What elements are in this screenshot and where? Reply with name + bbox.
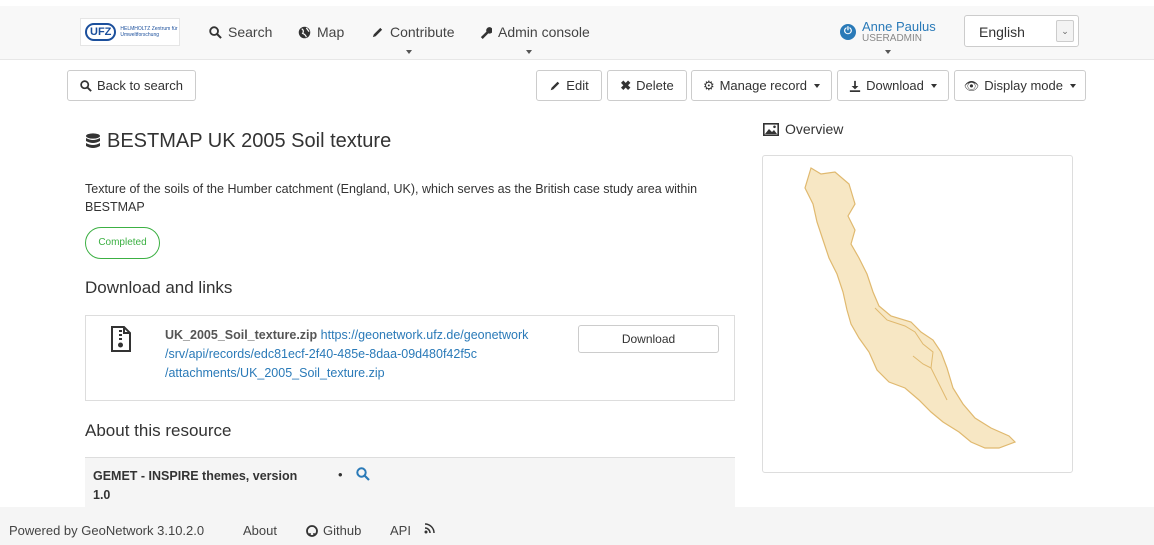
- record-title-row: BESTMAP UK 2005 Soil texture: [85, 130, 391, 153]
- footer-about[interactable]: About: [243, 523, 277, 538]
- search-icon[interactable]: [356, 467, 370, 481]
- nav-contribute-label: Contribute: [390, 24, 455, 40]
- footer-rss[interactable]: [424, 523, 435, 534]
- download-item-text: UK_2005_Soil_texture.zip https://geonetw…: [165, 326, 565, 383]
- admin-caret-icon: [526, 50, 532, 54]
- logo-mark: UFZ: [85, 23, 117, 41]
- nav-search-label: Search: [228, 24, 273, 40]
- download-icon: [849, 80, 861, 92]
- footer-api[interactable]: API: [390, 523, 411, 538]
- pencil-icon: [372, 27, 383, 37]
- gear-icon: ⚙: [702, 77, 715, 93]
- display-mode-button[interactable]: 👁 Display mode: [954, 70, 1086, 101]
- topbar-strip: [0, 0, 1154, 6]
- overview-heading-row: Overview: [763, 121, 843, 137]
- nav-search[interactable]: Search: [209, 24, 272, 40]
- edit-button[interactable]: Edit: [536, 70, 602, 101]
- download-menu-button[interactable]: Download: [837, 70, 949, 101]
- globe-icon: [298, 26, 311, 38]
- download-button[interactable]: Download: [578, 325, 719, 353]
- download-url-line3[interactable]: /attachments/UK_2005_Soil_texture.zip: [165, 366, 385, 380]
- nav-map-label: Map: [317, 24, 345, 40]
- manage-label: Manage record: [719, 78, 808, 93]
- footer-api-label: API: [390, 523, 411, 538]
- language-selected: English: [979, 24, 1025, 40]
- search-icon: [80, 79, 92, 92]
- nav-contribute[interactable]: Contribute: [371, 24, 455, 40]
- user-role: USERADMIN: [862, 33, 923, 44]
- status-badge: Completed: [85, 227, 160, 259]
- footer: Powered by GeoNetwork 3.10.2.0 About Git…: [0, 507, 1154, 545]
- nav-admin-label: Admin console: [498, 24, 590, 40]
- back-label: Back to search: [97, 78, 183, 93]
- back-to-search-button[interactable]: Back to search: [67, 70, 196, 101]
- pencil-icon: [551, 81, 560, 90]
- footer-github-label: Github: [323, 523, 362, 538]
- power-icon: ⏻: [840, 24, 856, 40]
- nav-map[interactable]: Map: [298, 24, 344, 40]
- github-icon: [306, 524, 318, 537]
- about-heading: About this resource: [85, 421, 232, 440]
- chevron-down-icon: ⌄: [1056, 20, 1074, 42]
- gemet-bullet: •: [338, 467, 343, 482]
- record-abstract: Texture of the soils of the Humber catch…: [85, 182, 698, 214]
- footer-about-label: About: [243, 523, 277, 538]
- rss-icon: [424, 523, 435, 534]
- eye-icon: 👁: [964, 78, 980, 93]
- footer-github[interactable]: Github: [306, 523, 361, 538]
- logo-subtitle: HELMHOLTZ Zentrum für Umweltforschung: [120, 26, 178, 38]
- ufz-logo[interactable]: UFZ HELMHOLTZ Zentrum für Umweltforschun…: [80, 18, 180, 46]
- page-title: BESTMAP UK 2005 Soil texture: [107, 130, 392, 152]
- footer-powered-label: Powered by GeoNetwork 3.10.2.0: [9, 523, 205, 538]
- download-url-line2[interactable]: /srv/api/records/edc81ecf-2f40-485e-8daa…: [165, 347, 477, 361]
- nav-admin-console[interactable]: Admin console: [479, 24, 590, 40]
- overview-heading: Overview: [785, 121, 844, 137]
- search-icon: [209, 25, 222, 39]
- caret-down-icon: [930, 83, 937, 88]
- delete-button[interactable]: ✖ Delete: [607, 70, 687, 101]
- download-url-line1[interactable]: https://geonetwork.ufz.de/geonetwork: [321, 328, 529, 342]
- overview-map[interactable]: [762, 155, 1073, 473]
- caret-down-icon: [1070, 83, 1076, 88]
- user-name: Anne Paulus: [862, 19, 936, 34]
- caret-down-icon: [814, 83, 821, 88]
- display-label: Display mode: [984, 78, 1063, 93]
- gemet-label: GEMET - INSPIRE themes, version 1.0: [93, 469, 298, 502]
- image-icon: [763, 122, 779, 136]
- database-icon: [86, 132, 100, 148]
- download-file-name: UK_2005_Soil_texture.zip: [165, 328, 318, 342]
- user-caret-icon: [885, 50, 891, 54]
- wrench-icon: [480, 26, 492, 39]
- delete-label: Delete: [636, 78, 674, 93]
- file-archive-icon: [111, 326, 131, 352]
- footer-powered[interactable]: Powered by GeoNetwork 3.10.2.0: [9, 523, 204, 538]
- contribute-caret-icon: [406, 50, 412, 54]
- downloads-heading: Download and links: [85, 278, 233, 297]
- language-select[interactable]: English ⌄: [964, 15, 1079, 47]
- catchment-map-shape: [804, 167, 1017, 449]
- manage-record-button[interactable]: ⚙ Manage record: [691, 70, 832, 101]
- user-menu[interactable]: ⏻ Anne Paulus USERADMIN: [840, 20, 936, 45]
- download-menu-label: Download: [866, 78, 924, 93]
- close-icon: ✖: [620, 77, 632, 93]
- edit-label: Edit: [566, 78, 589, 93]
